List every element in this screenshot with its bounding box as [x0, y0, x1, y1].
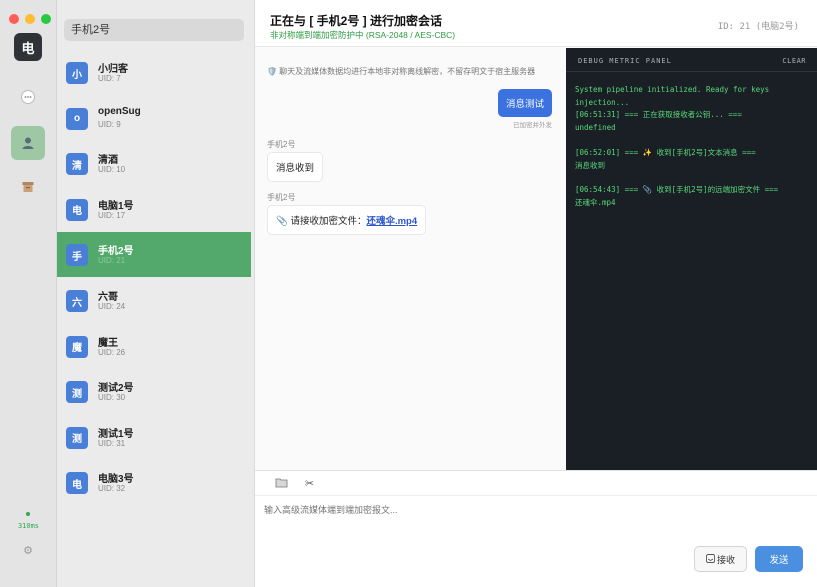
- contact-item[interactable]: 电电脑3号 UID: 32: [57, 460, 251, 505]
- receive-button-label: 接收: [716, 554, 735, 565]
- log-line: System pipeline initialized. Ready for k…: [575, 85, 770, 94]
- scissors-icon[interactable]: ✂: [305, 477, 314, 490]
- online-status-dot: [26, 512, 30, 516]
- composer-divider: [255, 495, 817, 496]
- contact-name: openSug: [98, 105, 141, 117]
- contact-avatar: 小: [66, 62, 88, 84]
- latency-readout: 310ms: [17, 522, 40, 530]
- contact-name: 测试2号: [98, 383, 134, 395]
- close-window-button[interactable]: [9, 14, 19, 24]
- contact-list-panel: 手机2号 小小归客 UID: 7 o openSug UID: 9 清清酒 UID: 10 电…: [57, 0, 255, 587]
- message-area[interactable]: 🛡️ 聊天及流媒体数据均进行本地非对称离线解密，不留存明文于宿主服务器 消息测试…: [255, 48, 566, 470]
- app-window: 电 310ms ⚙ 手机2号 小小归客 UID: 7 o openSug UID: 9 清…: [0, 0, 817, 587]
- folder-icon[interactable]: [275, 477, 288, 491]
- contact-uid: UID: 21: [98, 256, 126, 266]
- contact-uid: UID: 17: [98, 210, 126, 220]
- nav-rail: 电 310ms ⚙: [0, 0, 57, 587]
- log-line: 还魂伞.mp4: [575, 198, 616, 207]
- conversation-header: 正在与 [ 手机2号 ] 进行加密会话 非对称端到端加密防护中 (RSA-204…: [255, 0, 817, 47]
- contact-item[interactable]: 六六哥 UID: 24: [57, 278, 251, 323]
- contact-name: 清酒: [98, 155, 118, 167]
- debug-panel-title: DEBUG METRIC PANEL: [578, 57, 672, 65]
- contact-name: 测试1号: [98, 428, 134, 440]
- message-sender: 手机2号: [267, 193, 296, 202]
- contact-item[interactable]: o openSug UID: 9: [57, 96, 251, 141]
- user-icon[interactable]: [11, 126, 45, 160]
- contact-avatar: 清: [66, 153, 88, 176]
- contact-item[interactable]: 清清酒 UID: 10: [57, 141, 251, 186]
- contact-item[interactable]: 小小归客 UID: 7: [57, 50, 251, 95]
- page-title: 正在与 [ 手机2号 ] 进行加密会话: [270, 14, 443, 28]
- log-line: undefined: [575, 123, 616, 132]
- contact-name: 电脑3号: [98, 474, 134, 486]
- log-entry: [06:52:01] === ✨ 收到[手机2号]文本消息 === 消息收到: [575, 146, 807, 172]
- send-button[interactable]: 发送: [755, 546, 803, 572]
- contact-name: 手机2号: [98, 246, 134, 258]
- incoming-file-message[interactable]: 📎 请接收加密文件：还魂伞.mp4: [267, 205, 427, 235]
- delivery-status: 已加密并外发: [513, 122, 552, 129]
- contact-uid: UID: 9: [98, 119, 121, 129]
- contact-avatar: o: [66, 107, 88, 130]
- log-line: [06:54:43] === 📎 收到[手机2号]的远端加密文件 ===: [575, 185, 779, 194]
- contact-name: 魔王: [98, 337, 118, 349]
- log-entry: [06:54:43] === 📎 收到[手机2号]的远端加密文件 === 还魂伞.…: [575, 183, 807, 209]
- log-line: 消息收到: [575, 161, 605, 170]
- contact-item[interactable]: 测测试2号 UID: 30: [57, 369, 251, 414]
- composer: ✂ 接收 发送: [255, 470, 817, 587]
- contact-uid: UID: 26: [98, 347, 126, 357]
- log-line: [06:51:31] === 正在获取接收者公钥... ===: [575, 110, 742, 119]
- contact-avatar: 手: [66, 244, 88, 267]
- contact-uid: UID: 10: [98, 165, 126, 175]
- message-sender: 手机2号: [267, 140, 296, 149]
- contact-avatar: 测: [66, 426, 88, 449]
- gear-icon[interactable]: ⚙: [21, 544, 35, 558]
- security-notice: 🛡️ 聊天及流媒体数据均进行本地非对称离线解密，不留存明文于宿主服务器: [267, 67, 536, 76]
- contact-item[interactable]: 魔魔王 UID: 26: [57, 324, 251, 369]
- file-message-prefix: 📎 请接收加密文件：: [276, 216, 367, 227]
- log-line: [06:52:01] === ✨ 收到[手机2号]文本消息 ===: [575, 148, 756, 157]
- contact-name: 小归客: [98, 64, 128, 75]
- contact-avatar: 电: [66, 198, 88, 221]
- self-avatar[interactable]: 电: [14, 33, 42, 61]
- contact-avatar: 电: [66, 472, 88, 495]
- chat-icon[interactable]: [11, 80, 45, 114]
- clear-log-button[interactable]: CLEAR: [782, 57, 806, 65]
- search-input[interactable]: 手机2号: [64, 19, 244, 41]
- session-id: ID: 21 (电脑2号): [717, 22, 799, 32]
- inbox-icon: [706, 553, 715, 565]
- debug-panel-header: DEBUG METRIC PANEL CLEAR: [566, 48, 817, 72]
- conversation-panel: 正在与 [ 手机2号 ] 进行加密会话 非对称端到端加密防护中 (RSA-204…: [255, 0, 817, 587]
- receive-button[interactable]: 接收: [694, 546, 747, 572]
- contact-name: 电脑1号: [98, 200, 134, 212]
- contact-item[interactable]: 电电脑1号 UID: 17: [57, 187, 251, 232]
- contact-uid: UID: 24: [98, 302, 126, 311]
- maximize-window-button[interactable]: [41, 14, 51, 24]
- log-entry: [06:51:31] === 正在获取接收者公钥... === undefined: [575, 108, 807, 134]
- contact-avatar: 魔: [66, 335, 88, 358]
- contact-avatar: 测: [66, 381, 88, 404]
- contact-uid: UID: 30: [98, 393, 126, 403]
- window-controls: [9, 14, 51, 24]
- contact-uid: UID: 31: [98, 438, 126, 448]
- encryption-status: 非对称端到端加密防护中 (RSA-2048 / AES-CBC): [270, 30, 456, 40]
- debug-panel: DEBUG METRIC PANEL CLEAR System pipeline…: [566, 48, 817, 470]
- contact-item[interactable]: 测测试1号 UID: 31: [57, 415, 251, 460]
- outgoing-message[interactable]: 消息测试: [497, 89, 552, 117]
- contact-item[interactable]: 手手机2号 UID: 21: [57, 232, 251, 278]
- contact-avatar: 六: [66, 290, 88, 312]
- archive-icon[interactable]: [11, 170, 45, 204]
- file-link[interactable]: 还魂伞.mp4: [366, 216, 417, 227]
- contact-name: 六哥: [98, 292, 118, 303]
- incoming-message[interactable]: 消息收到: [267, 152, 324, 182]
- contact-uid: UID: 32: [98, 484, 126, 494]
- message-input[interactable]: [264, 505, 804, 515]
- log-entry: System pipeline initialized. Ready for k…: [575, 83, 807, 109]
- minimize-window-button[interactable]: [25, 14, 35, 24]
- contact-uid: UID: 7: [98, 74, 121, 83]
